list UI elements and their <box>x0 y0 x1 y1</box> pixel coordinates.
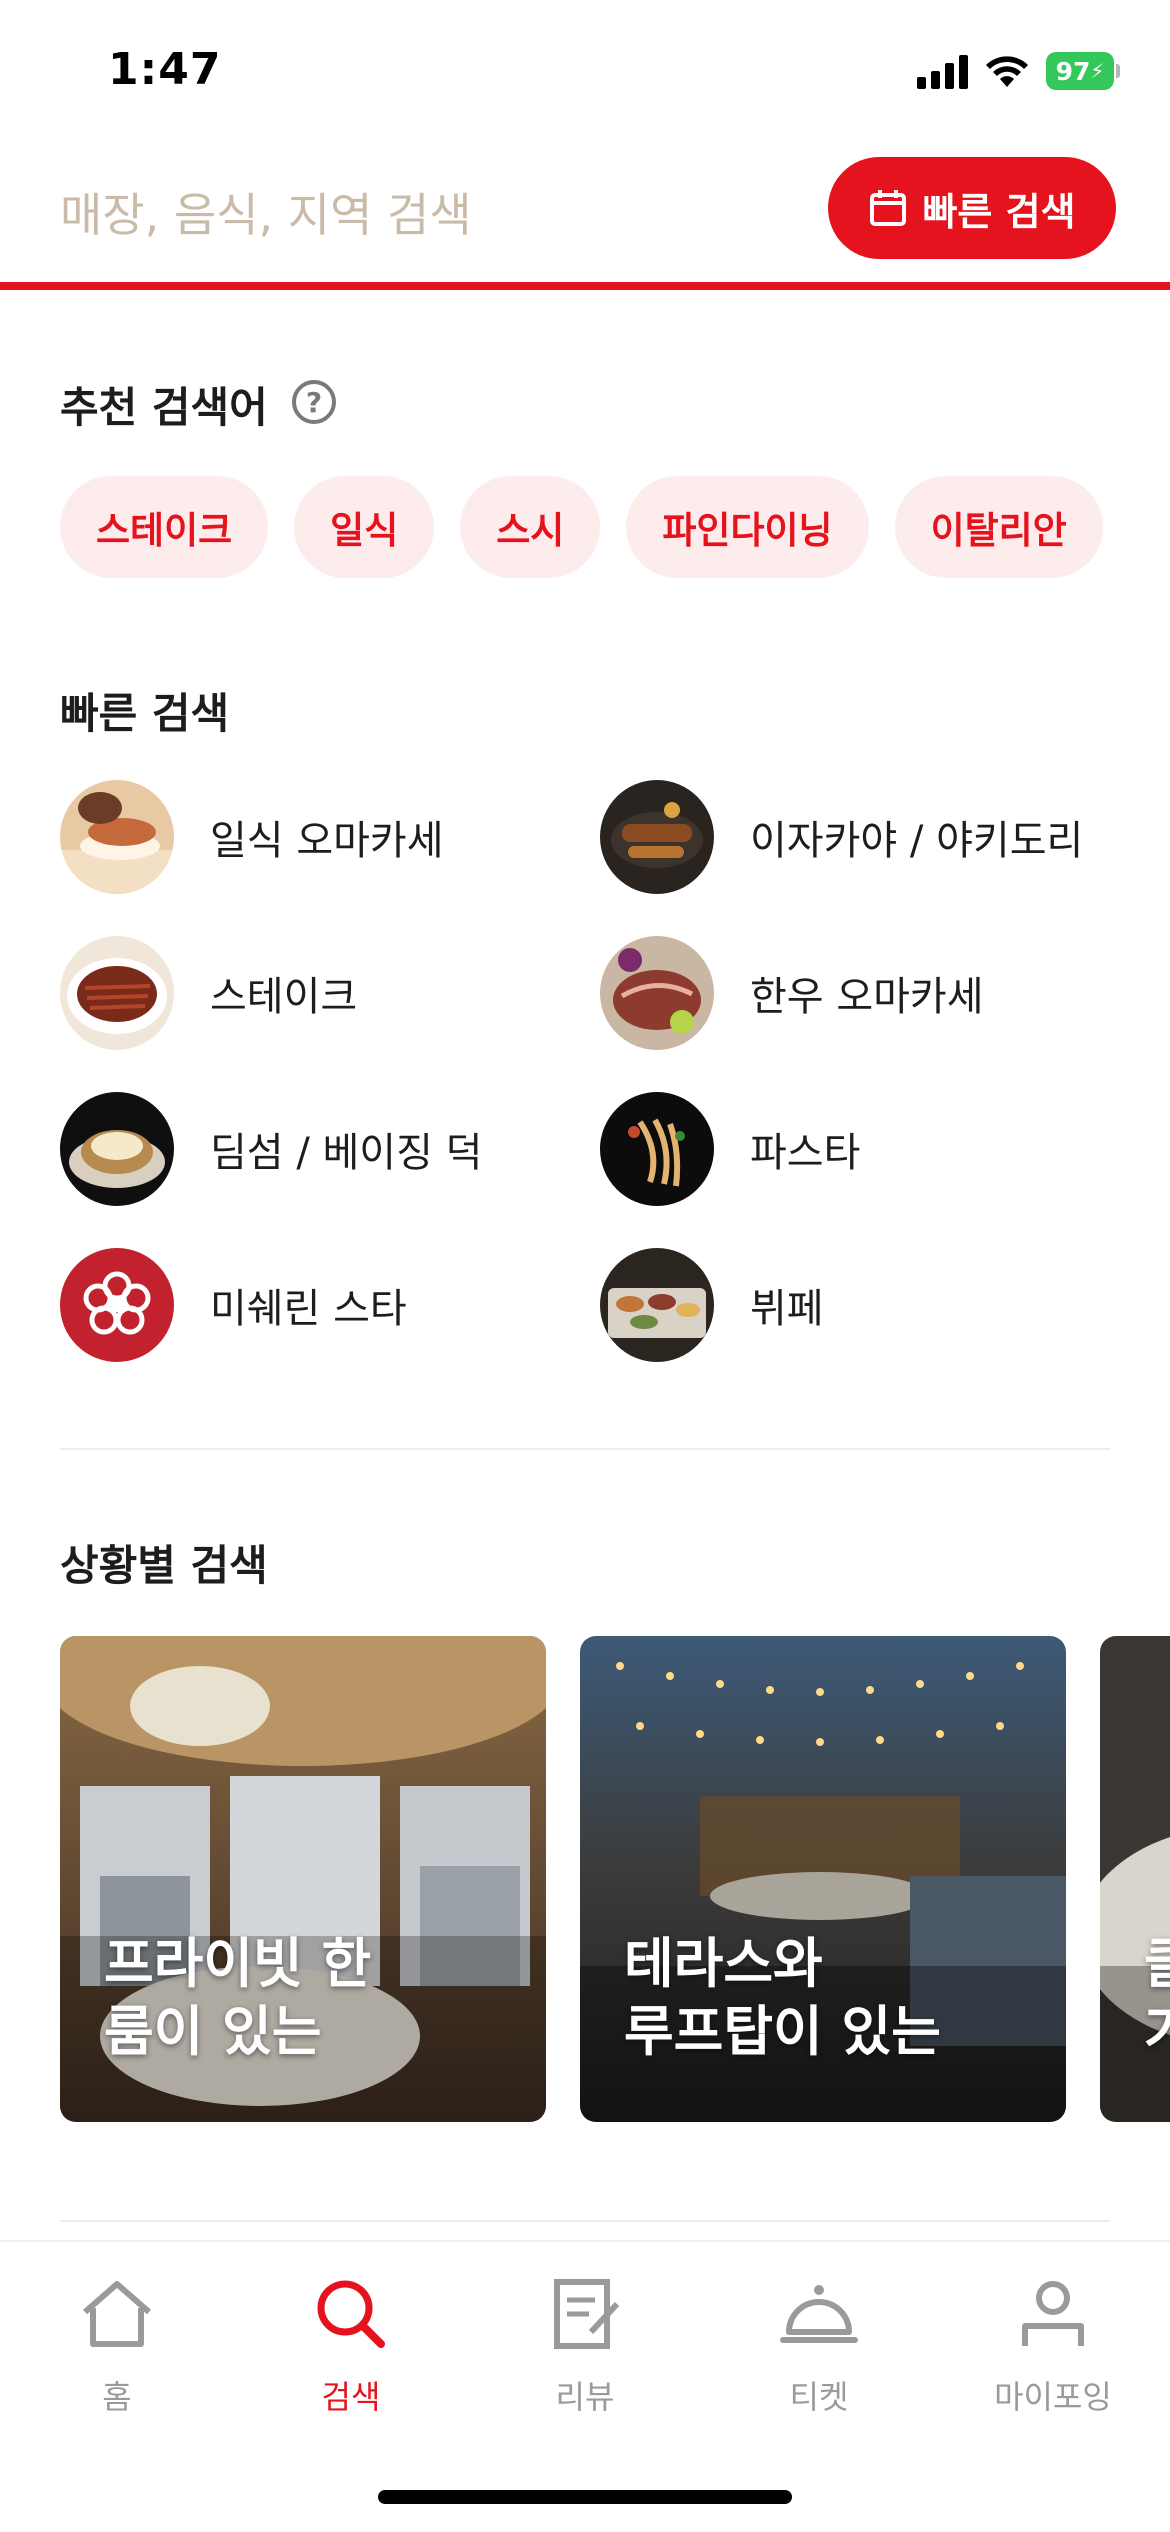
quick-search-label: 이자카야 / 야키도리 <box>750 818 1084 864</box>
nav-ticket[interactable]: 티켓 <box>702 2274 936 2418</box>
cellular-signal-icon <box>917 53 968 89</box>
home-indicator <box>378 2490 792 2504</box>
quick-search-item[interactable]: 뷔페 <box>600 1248 1120 1362</box>
review-icon <box>554 2279 620 2349</box>
status-time: 1:47 <box>108 44 222 95</box>
situation-card-label: 프라이빗 한 룸이 있는 <box>104 1932 372 2063</box>
profile-icon <box>1022 2281 1084 2346</box>
recommended-title: 추천 검색어 <box>60 383 268 432</box>
keyword-chip[interactable]: 파인다이닝 <box>626 476 869 578</box>
quick-search-button[interactable]: 빠른 검색 <box>828 157 1116 259</box>
nav-label: 마이포잉 <box>994 2378 1112 2416</box>
situation-card-label: 클 가 <box>1144 1932 1170 2063</box>
section-divider <box>60 2220 1110 2222</box>
buffet-thumbnail <box>600 1248 714 1362</box>
bottom-nav: 홈 검색 리뷰 티켓 마이포잉 <box>0 2240 1170 2532</box>
quick-search-label: 뷔페 <box>750 1286 824 1332</box>
situation-card[interactable]: 프라이빗 한 룸이 있는 <box>60 1636 546 2122</box>
nav-label: 검색 <box>321 2378 381 2416</box>
situation-cards: 프라이빗 한 룸이 있는 테라스와 루프탑이 있는 클 가 <box>60 1636 1170 2122</box>
section-divider <box>60 1448 1110 1450</box>
quick-search-item[interactable]: 딤섬 / 베이징 덕 <box>60 1092 600 1206</box>
status-bar: 1:47 97 ⚡ <box>0 0 1170 150</box>
recommended-keywords: 스테이크 일식 스시 파인다이닝 이탈리안 <box>60 476 1103 578</box>
quick-search-item[interactable]: 이자카야 / 야키도리 <box>600 780 1120 894</box>
nav-label: 리뷰 <box>555 2378 615 2416</box>
search-header: 빠른 검색 <box>0 150 1170 290</box>
quick-search-label: 한우 오마카세 <box>750 974 984 1020</box>
quick-search-item[interactable]: 미쉐린 스타 <box>60 1248 600 1362</box>
situation-card[interactable]: 클 가 <box>1100 1636 1170 2122</box>
battery-level: 97 <box>1055 56 1091 86</box>
quick-search-title: 빠른 검색 <box>60 689 230 738</box>
nav-search[interactable]: 검색 <box>234 2274 468 2418</box>
calendar-icon <box>870 190 907 226</box>
dimsum-thumbnail <box>60 1092 174 1206</box>
quick-search-item[interactable]: 스테이크 <box>60 936 600 1050</box>
keyword-chip[interactable]: 스시 <box>460 476 601 578</box>
hanwoo-thumbnail <box>600 936 714 1050</box>
quick-search-button-label: 빠른 검색 <box>922 189 1076 234</box>
search-icon <box>317 2280 385 2348</box>
pasta-thumbnail <box>600 1092 714 1206</box>
nav-my[interactable]: 마이포잉 <box>936 2274 1170 2418</box>
quick-search-grid: 일식 오마카세 이자카야 / 야키도리 스테이크 한우 오마카세 딤섬 / 베이… <box>60 780 1120 1362</box>
sushi-thumbnail <box>60 780 174 894</box>
steak-thumbnail <box>60 936 174 1050</box>
wifi-icon <box>986 56 1028 87</box>
yakitori-thumbnail <box>600 780 714 894</box>
situation-card[interactable]: 테라스와 루프탑이 있는 <box>580 1636 1066 2122</box>
ticket-cloche-icon <box>780 2285 858 2343</box>
quick-search-label: 일식 오마카세 <box>210 818 444 864</box>
keyword-chip[interactable]: 일식 <box>294 476 435 578</box>
home-icon <box>83 2281 151 2347</box>
keyword-chip[interactable]: 이탈리안 <box>894 476 1103 578</box>
quick-search-label: 딤섬 / 베이징 덕 <box>210 1130 483 1176</box>
michelin-star-icon <box>60 1248 174 1362</box>
keyword-chip[interactable]: 스테이크 <box>60 476 269 578</box>
nav-label: 홈 <box>102 2378 132 2416</box>
search-input[interactable] <box>60 180 780 250</box>
nav-review[interactable]: 리뷰 <box>468 2274 702 2418</box>
quick-search-label: 파스타 <box>750 1130 861 1176</box>
nav-label: 티켓 <box>789 2378 849 2416</box>
quick-search-item[interactable]: 한우 오마카세 <box>600 936 1120 1050</box>
quick-search-item[interactable]: 파스타 <box>600 1092 1120 1206</box>
battery-icon: 97 ⚡ <box>1046 52 1120 90</box>
question-circle-icon[interactable]: ? <box>292 380 336 424</box>
nav-home[interactable]: 홈 <box>0 2274 234 2418</box>
quick-search-item[interactable]: 일식 오마카세 <box>60 780 600 894</box>
situation-card-label: 테라스와 루프탑이 있는 <box>624 1932 941 2063</box>
situation-search-title: 상황별 검색 <box>60 1541 268 1590</box>
quick-search-label: 스테이크 <box>210 974 358 1020</box>
quick-search-label: 미쉐린 스타 <box>210 1286 407 1332</box>
status-icons: 97 ⚡ <box>917 52 1120 90</box>
